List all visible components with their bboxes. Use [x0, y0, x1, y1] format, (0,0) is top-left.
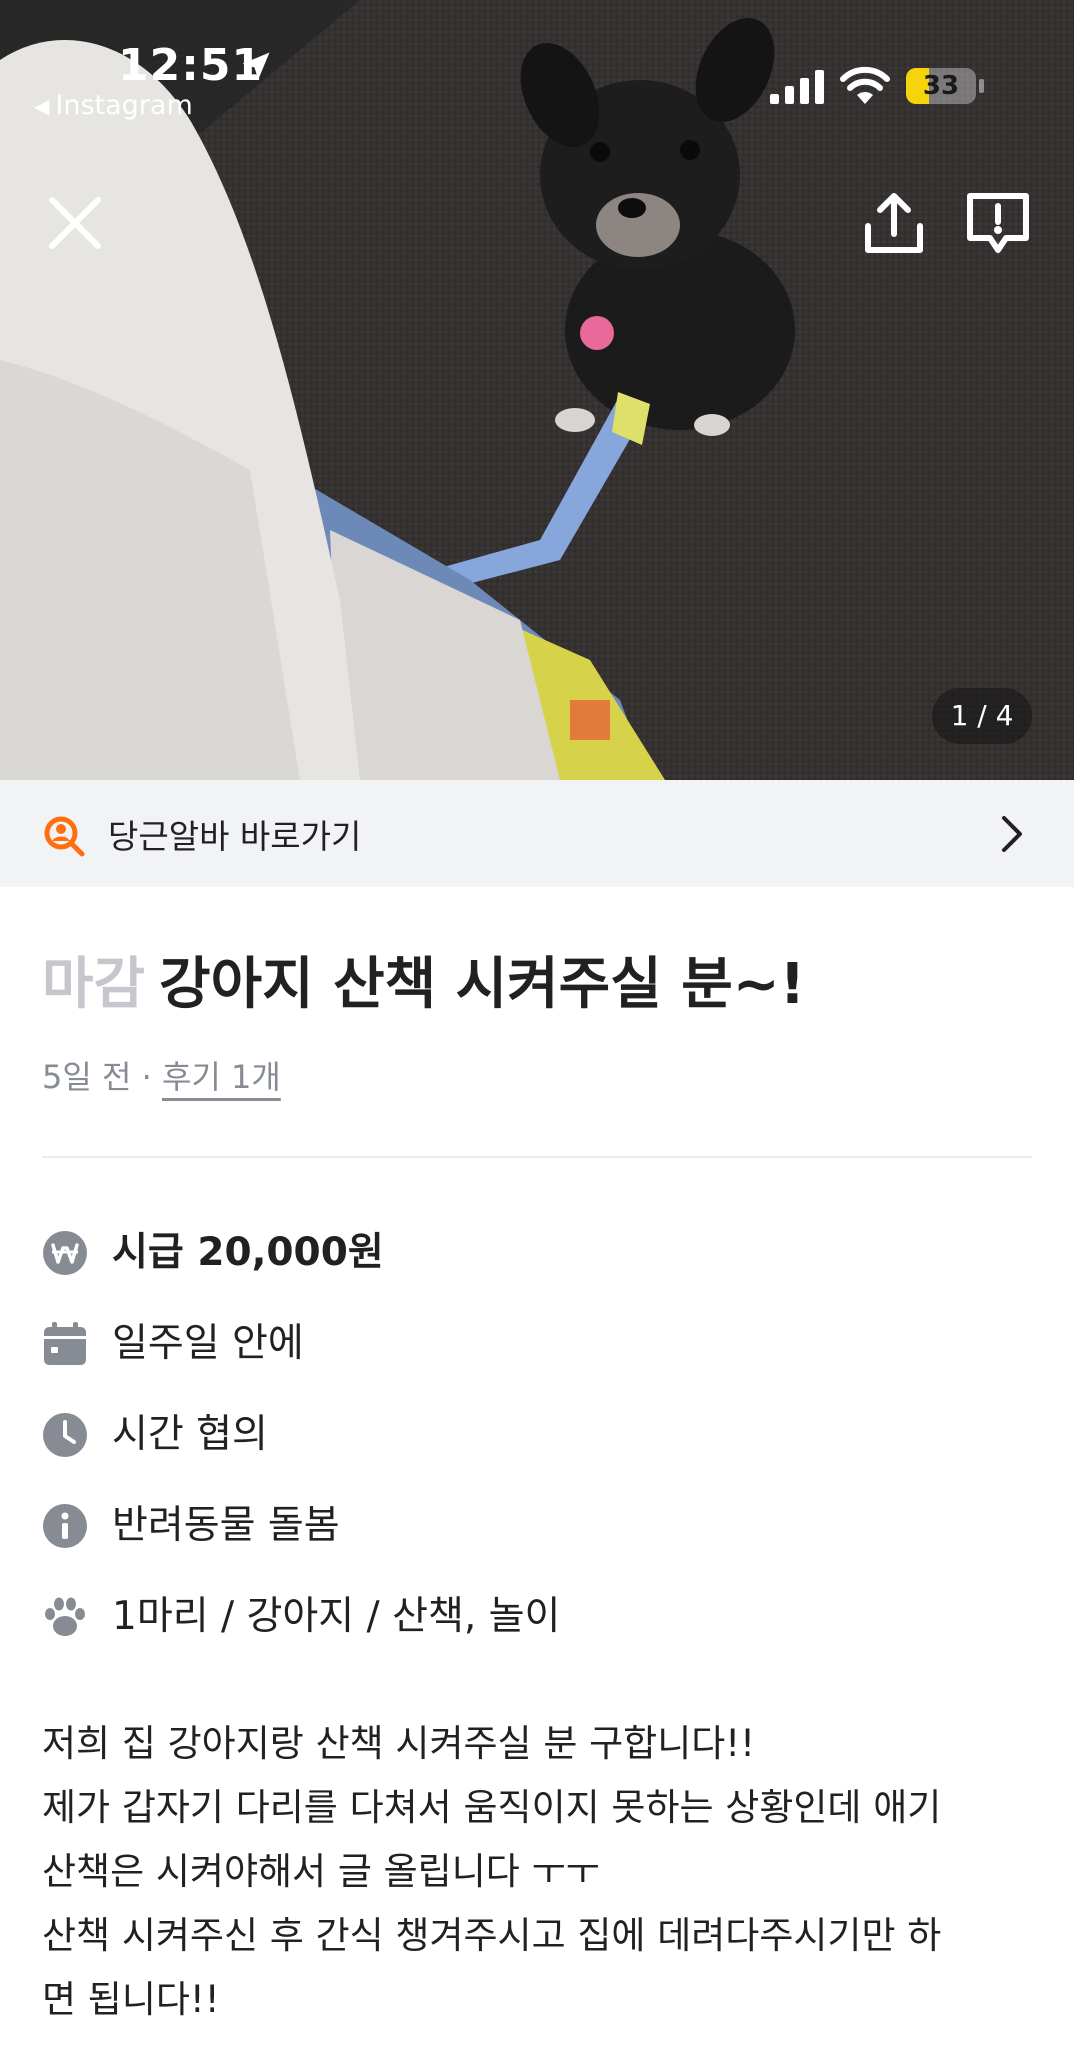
meta-separator: · — [131, 1058, 162, 1096]
schedule-text: 일주일 안에 — [112, 1321, 304, 1366]
job-info-list: 시급 20,000원 일주일 안에 시간 협의 반려동물 돌봄 1마리 / 강아… — [42, 1222, 1032, 1677]
chevron-right-icon — [1002, 816, 1022, 852]
paw-icon — [45, 1597, 85, 1636]
description-line: 제가 갑자기 다리를 다쳐서 움직이지 못하는 상황인데 애기 — [42, 1786, 942, 1829]
posted-time: 5일 전 — [42, 1058, 132, 1096]
status-bar: 12:51 ◀ Instagram 33 — [0, 0, 1074, 130]
back-triangle-icon: ◀ — [34, 93, 50, 118]
wage-text: 시급 20,000원 — [112, 1230, 384, 1275]
description-line: 산책은 시켜야해서 글 올립니다 ㅜㅜ — [42, 1850, 600, 1893]
alba-shortcut-banner[interactable]: 당근알바 바로가기 — [0, 780, 1074, 887]
banner-label: 당근알바 바로가기 — [108, 817, 362, 856]
info-icon — [43, 1504, 87, 1548]
location-arrow-icon — [242, 52, 270, 80]
description-line: 산책 시켜주신 후 간식 챙겨주시고 집에 데려다주시기만 하 — [42, 1914, 942, 1957]
divider — [42, 1156, 1032, 1158]
post-title: 강아지 산책 시켜주실 분~! — [159, 952, 806, 1017]
battery-percent: 33 — [922, 71, 960, 101]
calendar-icon — [44, 1322, 86, 1365]
share-icon[interactable] — [856, 186, 932, 262]
category-text: 반려동물 돌봄 — [112, 1503, 340, 1548]
info-category: 반려동물 돌봄 — [42, 1495, 1032, 1586]
back-to-app-link[interactable]: ◀ Instagram — [34, 90, 193, 121]
info-pet: 1마리 / 강아지 / 산책, 놀이 — [42, 1586, 1032, 1677]
won-icon — [43, 1231, 87, 1275]
closed-status-label: 마감 — [42, 952, 146, 1017]
pet-text: 1마리 / 강아지 / 산책, 놀이 — [112, 1594, 561, 1639]
back-app-label: Instagram — [55, 90, 193, 121]
close-icon[interactable] — [40, 188, 110, 258]
post-description: 저희 집 강아지랑 산책 시켜주실 분 구합니다!! 제가 갑자기 다리를 다쳐… — [42, 1712, 1042, 2032]
gallery-page-indicator: 1 / 4 — [932, 688, 1032, 744]
info-wage: 시급 20,000원 — [42, 1222, 1032, 1313]
info-time: 시간 협의 — [42, 1404, 1032, 1495]
alba-search-icon — [44, 816, 85, 857]
clock-icon — [43, 1413, 87, 1457]
description-line: 저희 집 강아지랑 산책 시켜주실 분 구합니다!! — [42, 1722, 755, 1765]
report-icon[interactable] — [960, 186, 1036, 262]
photo-gallery[interactable]: 12:51 ◀ Instagram 33 1 / 4 — [0, 0, 1074, 780]
battery-cap — [979, 79, 984, 93]
description-line: 면 됩니다!! — [42, 1978, 220, 2021]
info-schedule: 일주일 안에 — [42, 1313, 1032, 1404]
post-title-row: 마감 강아지 산책 시켜주실 분~! — [42, 950, 805, 1020]
time-text: 시간 협의 — [112, 1412, 268, 1457]
review-link[interactable]: 후기 1개 — [162, 1058, 281, 1096]
battery-indicator: 33 — [906, 68, 976, 104]
wifi-icon — [840, 66, 890, 104]
cellular-signal-icon — [770, 70, 824, 104]
post-meta: 5일 전 · 후기 1개 — [42, 1052, 281, 1098]
